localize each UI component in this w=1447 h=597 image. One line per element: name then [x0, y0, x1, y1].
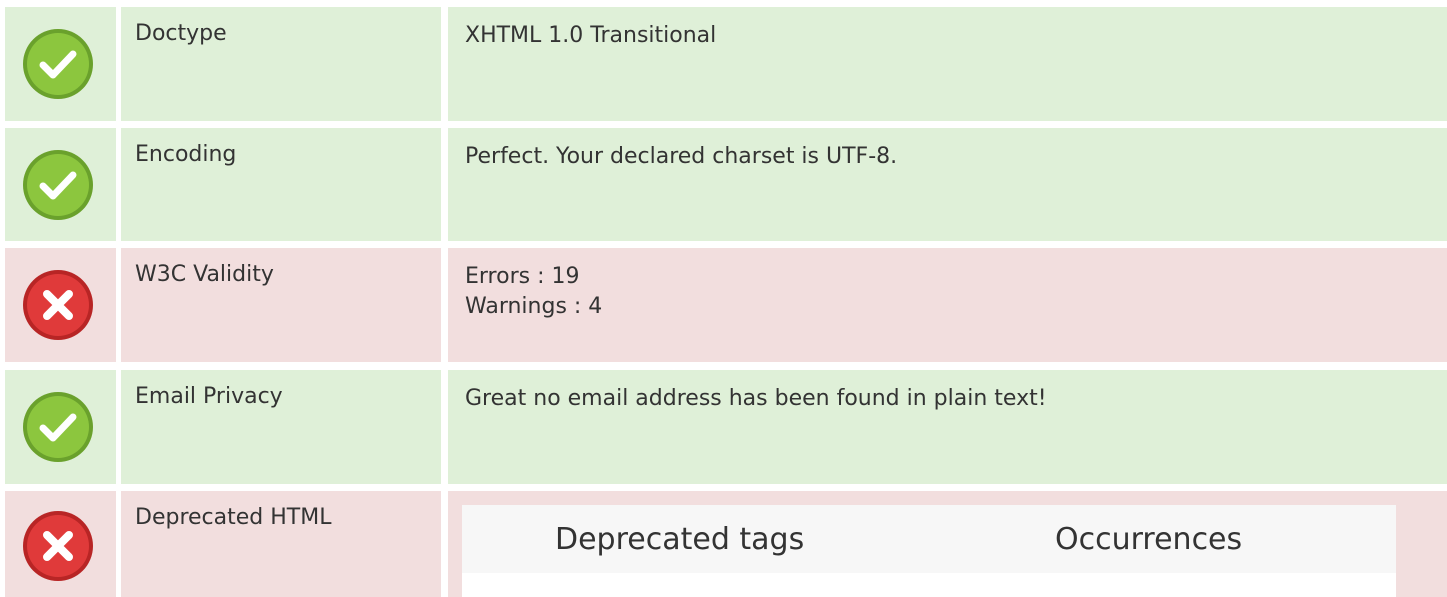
- check-row-email-privacy: Email Privacy Great no email address has…: [0, 370, 1447, 484]
- column-header-occurrences: Occurrences: [1055, 522, 1243, 557]
- check-row-w3c-validity: W3C Validity Errors : 19 Warnings : 4: [0, 248, 1447, 362]
- label-text: Doctype: [135, 21, 227, 46]
- deprecated-tags-table: Deprecated tags Occurrences: [462, 505, 1396, 597]
- row-value: Perfect. Your declared charset is UTF-8.: [448, 128, 1447, 241]
- label-text: Encoding: [135, 142, 237, 167]
- row-label: Doctype: [121, 7, 441, 121]
- value-text: XHTML 1.0 Transitional: [465, 23, 717, 48]
- value-text: Great no email address has been found in…: [465, 386, 1047, 411]
- warnings-count: Warnings : 4: [465, 294, 603, 319]
- row-label: Encoding: [121, 128, 441, 241]
- row-value: XHTML 1.0 Transitional: [448, 7, 1447, 121]
- errors-count: Errors : 19: [465, 264, 580, 289]
- check-circle-icon: [23, 392, 93, 462]
- column-header-deprecated-tags: Deprecated tags: [555, 522, 805, 557]
- label-text: Deprecated HTML: [135, 505, 332, 530]
- row-label: Deprecated HTML: [121, 491, 441, 597]
- status-cell: [5, 491, 116, 597]
- status-cell: [5, 248, 116, 362]
- status-cell: [5, 370, 116, 484]
- table-header: Deprecated tags Occurrences: [462, 505, 1396, 573]
- label-text: Email Privacy: [135, 384, 283, 409]
- check-circle-icon: [23, 29, 93, 99]
- value-text: Perfect. Your declared charset is UTF-8.: [465, 144, 898, 169]
- status-cell: [5, 7, 116, 121]
- check-row-encoding: Encoding Perfect. Your declared charset …: [0, 128, 1447, 241]
- check-circle-icon: [23, 150, 93, 220]
- label-text: W3C Validity: [135, 262, 274, 287]
- row-value: Great no email address has been found in…: [448, 370, 1447, 484]
- row-value: Errors : 19 Warnings : 4: [448, 248, 1447, 362]
- x-circle-icon: [23, 270, 93, 340]
- check-row-doctype: Doctype XHTML 1.0 Transitional: [0, 7, 1447, 121]
- row-label: W3C Validity: [121, 248, 441, 362]
- row-label: Email Privacy: [121, 370, 441, 484]
- x-circle-icon: [23, 511, 93, 581]
- status-cell: [5, 128, 116, 241]
